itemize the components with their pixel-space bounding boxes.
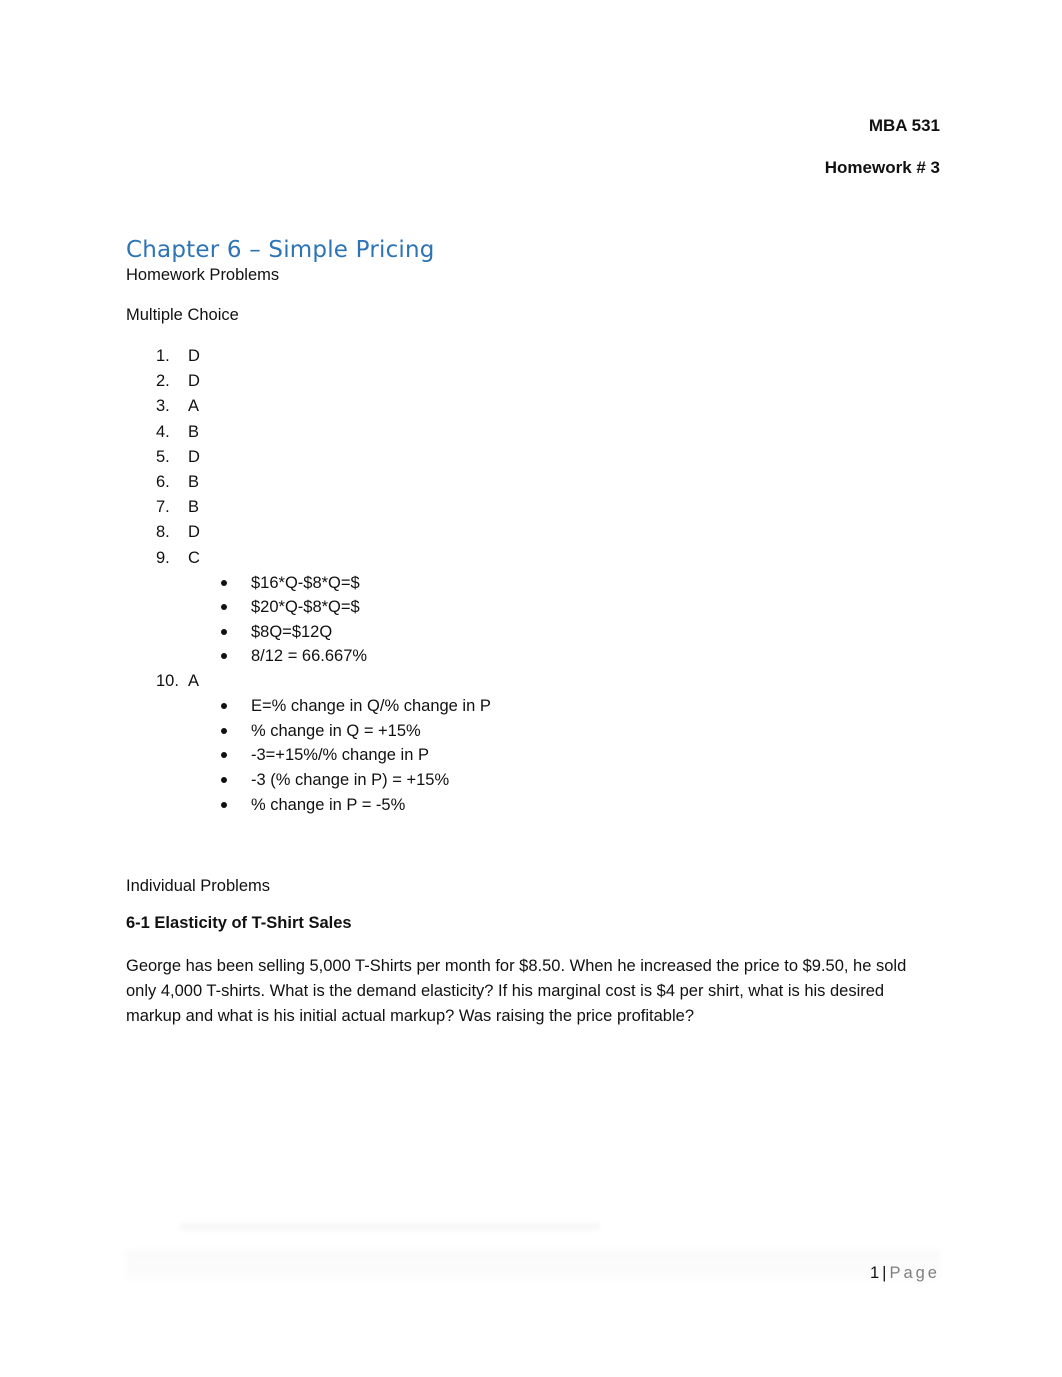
bullet-icon	[221, 777, 227, 784]
work-note: $20*Q-$8*Q=$	[156, 595, 491, 620]
answer-number: 3.	[156, 397, 170, 416]
work-note: -3 (% change in P) = +15%	[156, 768, 491, 793]
answer-item: 1. D	[156, 344, 491, 369]
answer-letter: C	[188, 548, 200, 567]
answer-number: 1.	[156, 347, 170, 365]
work-note: -3=+15%/% change in P	[156, 743, 491, 768]
answer-number: 4.	[156, 422, 170, 441]
work-note: E=% change in Q/% change in P	[156, 694, 491, 719]
answer-item: 3. A	[156, 394, 491, 419]
answer-letter: D	[188, 447, 200, 466]
work-note-text: -3=+15%/% change in P	[251, 746, 429, 765]
answer-number: 6.	[156, 472, 170, 491]
answer-item: 9. C	[156, 546, 491, 571]
work-note-text: -3 (% change in P) = +15%	[251, 771, 450, 790]
answer-item: 4. B	[156, 420, 491, 445]
work-note: 8/12 = 66.667%	[156, 644, 491, 669]
work-notes-list: $16*Q-$8*Q=$ $20*Q-$8*Q=$ $8Q=$12Q 8/12 = 6…	[156, 571, 491, 669]
answer-list: 1. D 2. D 3. A 4. B 5. D 6. B 7. B 8. D 9. C $16*Q-$8*Q=$ $…	[156, 344, 491, 817]
work-note: $16*Q-$8*Q=$	[156, 571, 491, 596]
answer-letter: A	[188, 672, 200, 691]
bullet-icon	[221, 653, 227, 660]
section-subtitle: Homework Problems	[126, 266, 280, 284]
work-note-text: E=% change in Q/% change in P	[251, 697, 491, 716]
footer-separator: |	[882, 1264, 887, 1282]
bullet-icon	[221, 752, 227, 759]
answer-letter: D	[188, 523, 200, 542]
answer-letter: B	[188, 498, 200, 517]
bullet-icon	[221, 801, 227, 808]
answer-letter: D	[188, 372, 200, 391]
bullet-icon	[221, 579, 227, 586]
page-number: 1	[869, 1264, 880, 1282]
answer-letter: D	[188, 347, 200, 365]
work-note-text: $20*Q-$8*Q=$	[251, 598, 360, 617]
work-note-text: 8/12 = 66.667%	[251, 647, 368, 666]
answer-letter: B	[188, 472, 200, 491]
individual-problems-heading: Individual Problems	[126, 877, 270, 895]
answer-item: 5. D	[156, 445, 491, 470]
course-header: MBA 531	[868, 116, 940, 135]
answer-number: 7.	[156, 498, 170, 517]
answer-number: 5.	[156, 447, 170, 466]
answer-item: 10. A	[156, 669, 491, 694]
work-note: $8Q=$12Q	[156, 620, 491, 645]
problem-text: George has been selling 5,000 T-Shirts p…	[126, 957, 907, 1025]
answer-item: 2. D	[156, 369, 491, 394]
footer-shadow	[126, 1250, 940, 1280]
work-note-text: % change in Q = +15%	[251, 721, 421, 740]
page-shadow	[180, 1224, 600, 1232]
answer-letter: B	[188, 422, 200, 441]
multiple-choice-heading: Multiple Choice	[126, 306, 239, 324]
work-note-text: $16*Q-$8*Q=$	[251, 573, 360, 592]
answer-number: 9.	[156, 548, 170, 567]
bullet-icon	[221, 604, 227, 611]
answer-item: 7. B	[156, 495, 491, 520]
bullet-icon	[221, 703, 227, 710]
answer-item: 6. B	[156, 470, 491, 495]
answer-letter: A	[188, 397, 200, 416]
work-note: % change in Q = +15%	[156, 719, 491, 744]
chapter-title: Chapter 6 – Simple Pricing	[126, 237, 435, 263]
work-notes-list: E=% change in Q/% change in P % change in…	[156, 694, 491, 817]
work-note-text: $8Q=$12Q	[251, 622, 333, 641]
document-page: MBA 531 Homework # 3 Chapter 6 – Simple …	[0, 0, 1062, 1377]
problem-title: 6-1 Elasticity of T-Shirt Sales	[126, 914, 352, 932]
assignment-header: Homework # 3	[824, 158, 940, 177]
work-note: % change in P = -5%	[156, 793, 491, 818]
work-note-text: % change in P = -5%	[251, 795, 406, 814]
page-label: Page	[889, 1264, 940, 1282]
answer-number: 10.	[156, 672, 179, 691]
bullet-icon	[221, 727, 227, 734]
bullet-icon	[221, 628, 227, 635]
answer-number: 8.	[156, 523, 170, 542]
answer-number: 2.	[156, 372, 170, 391]
page-footer: 1 | Page	[870, 1264, 940, 1283]
answer-item: 8. D	[156, 520, 491, 545]
